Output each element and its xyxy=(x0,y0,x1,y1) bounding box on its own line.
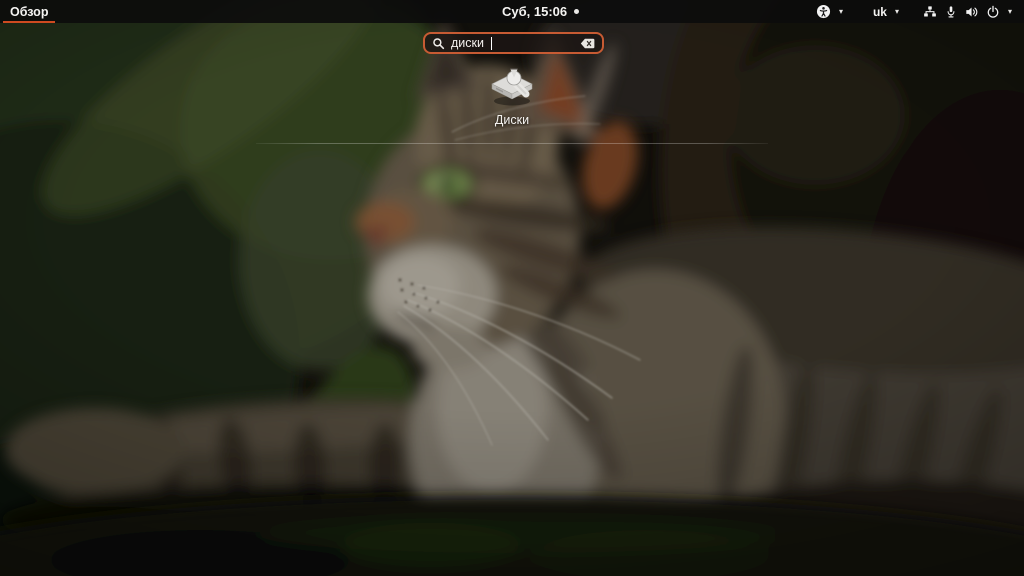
overview-button[interactable]: Обзор xyxy=(0,0,58,23)
result-label: Диски xyxy=(494,113,530,127)
accessibility-menu-button[interactable]: ▾ xyxy=(808,0,851,23)
microphone-icon xyxy=(947,5,955,17)
chevron-down-icon: ▾ xyxy=(1007,6,1012,16)
backspace-icon xyxy=(580,38,595,48)
power-icon xyxy=(987,5,999,18)
search-result-disks[interactable]: Диски xyxy=(462,64,562,127)
clear-search-button[interactable] xyxy=(580,38,595,49)
results-divider xyxy=(256,143,768,144)
status-area: ▾ uk ▾ ▾ xyxy=(808,0,1020,23)
accessibility-icon xyxy=(816,4,830,19)
chevron-down-icon: ▾ xyxy=(838,6,843,16)
magnifier-icon xyxy=(433,37,445,49)
system-icons xyxy=(923,5,1000,19)
clock-label: Суб, 15:06 xyxy=(502,4,568,19)
search-input[interactable]: диски xyxy=(423,32,604,54)
system-menu-button[interactable]: ▾ xyxy=(915,0,1020,23)
volume-icon xyxy=(966,6,978,17)
active-indicator xyxy=(3,21,56,23)
clock-button[interactable]: Суб, 15:06 xyxy=(496,0,585,23)
top-bar: Обзор Суб, 15:06 ▾ uk ▾ ▾ xyxy=(0,0,1024,23)
text-cursor xyxy=(490,36,492,50)
chevron-down-icon: ▾ xyxy=(894,6,899,16)
search-query-text: диски xyxy=(451,35,484,50)
network-wired-icon xyxy=(924,5,936,17)
gnome-overview-screen: Диски диски Обзор Суб, 15:06 ▾ uk ▾ ▾ xyxy=(0,0,1024,576)
keyboard-layout-button[interactable]: uk ▾ xyxy=(865,0,907,23)
overview-label: Обзор xyxy=(10,4,49,19)
notification-dot xyxy=(574,9,580,14)
disks-app-icon xyxy=(491,68,533,106)
keyboard-layout-label: uk xyxy=(872,4,887,19)
